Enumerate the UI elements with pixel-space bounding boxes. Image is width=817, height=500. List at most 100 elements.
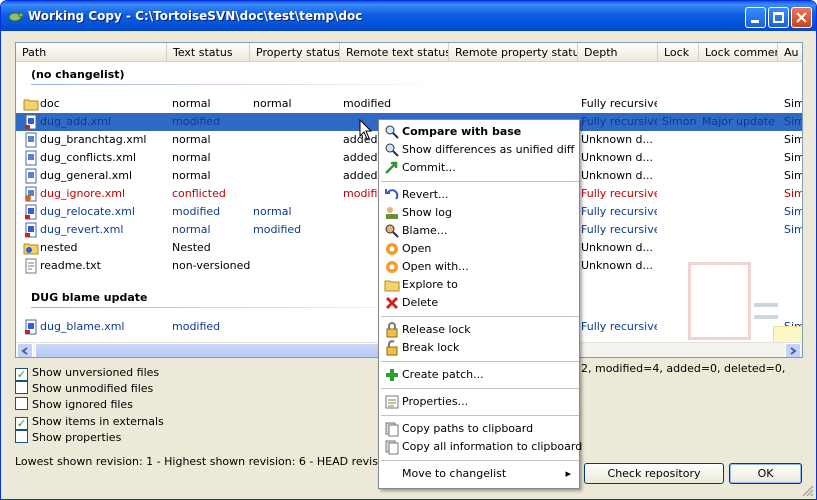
cell-author: Simo (784, 169, 802, 182)
ok-button[interactable]: OK (729, 463, 802, 484)
show-unversioned-checkbox[interactable]: ✓ Show unversioned files (15, 365, 159, 381)
show-ignored-checkbox[interactable]: Show ignored files (15, 397, 133, 413)
menu-open[interactable]: Open (381, 240, 579, 258)
cell-path: doc (40, 97, 60, 110)
cell-text: normal (172, 223, 211, 236)
cell-text: conflicted (172, 187, 226, 200)
menu-blame[interactable]: Blame... (381, 222, 579, 240)
column-path[interactable]: Path (16, 43, 167, 62)
checkbox-box[interactable] (15, 381, 28, 394)
cell-path: nested (40, 241, 78, 254)
cell-text: modified (172, 205, 221, 218)
menu-move-to-changelist[interactable]: Move to changelist ▸ (381, 465, 579, 483)
column-remote-text-status[interactable]: Remote text status (340, 43, 449, 62)
column-text-status[interactable]: Text status (167, 43, 250, 62)
maximize-button[interactable] (768, 7, 789, 28)
context-menu: Compare with base Show differences as un… (378, 119, 583, 489)
cell-text: normal (172, 169, 211, 182)
menu-label: Break lock (402, 341, 460, 354)
scroll-right-arrow-icon[interactable] (785, 343, 801, 357)
magnifier-icon (385, 125, 399, 139)
column-depth[interactable]: Depth (578, 43, 658, 62)
cell-text: non-versioned (172, 259, 251, 272)
lock-icon (386, 322, 398, 338)
menu-release-lock[interactable]: Release lock (381, 321, 579, 339)
cell-depth: Fully recursive (581, 97, 657, 110)
menu-revert[interactable]: Revert... (381, 186, 579, 204)
working-copy-window: Working Copy - C:\TortoiseSVN\doc\test\t… (0, 0, 817, 500)
cell-path: dug_conflicts.xml (40, 151, 137, 164)
cell-text: modified (172, 115, 221, 128)
menu-copy-paths[interactable]: Copy paths to clipboard (381, 420, 579, 438)
menu-separator (381, 388, 579, 389)
menu-copy-all-info[interactable]: Copy all information to clipboard (381, 438, 583, 456)
show-externals-checkbox[interactable]: ✓ Show items in externals (15, 414, 164, 430)
cell-author: Simo (784, 205, 802, 218)
cell-depth: Unknown d... (581, 151, 654, 164)
cell-text: modified (172, 320, 221, 333)
menu-delete[interactable]: Delete (381, 294, 579, 312)
menu-label: Blame... (402, 224, 448, 237)
menu-create-patch[interactable]: Create patch... (381, 366, 579, 384)
file-row[interactable]: doc normal normal modified Fully recursive Si… (16, 95, 802, 113)
show-properties-checkbox[interactable]: Show properties (15, 430, 121, 446)
menu-compare-with-base[interactable]: Compare with base (381, 123, 579, 141)
menu-label: Revert... (402, 188, 449, 201)
close-button[interactable] (791, 7, 812, 28)
minimize-button[interactable] (745, 7, 766, 28)
cell-depth: Fully recursive (581, 187, 657, 200)
checkbox-box[interactable]: ✓ (15, 368, 28, 381)
cell-path: dug_relocate.xml (40, 205, 135, 218)
resize-grip-icon[interactable] (801, 484, 814, 497)
menu-separator (381, 415, 579, 416)
column-author[interactable]: Au (778, 43, 802, 62)
menu-label: Release lock (402, 323, 471, 336)
cell-text: normal (172, 151, 211, 164)
cell-prop: modified (253, 223, 302, 236)
cell-author: Simo (784, 151, 802, 164)
cell-author: Simo (784, 97, 802, 110)
check-repository-button[interactable]: Check repository (584, 463, 724, 484)
checkbox-box[interactable] (15, 397, 28, 410)
submenu-arrow-icon: ▸ (565, 467, 571, 480)
cell-depth: Unknown d... (581, 259, 654, 272)
menu-separator (381, 361, 579, 362)
blame-icon (385, 224, 399, 238)
menu-explore-to[interactable]: Explore to (381, 276, 579, 294)
column-lock[interactable]: Lock (658, 43, 699, 62)
menu-show-unified-diff[interactable]: Show differences as unified diff (381, 141, 579, 159)
minimize-icon (751, 20, 759, 23)
window-title: Working Copy - C:\TortoiseSVN\doc\test\t… (28, 9, 363, 23)
cell-text: Nested (172, 241, 211, 254)
cell-path: dug_general.xml (40, 169, 133, 182)
conflict-file-icon (25, 186, 37, 202)
show-unmodified-checkbox[interactable]: Show unmodified files (15, 381, 153, 397)
menu-label: Copy all information to clipboard (402, 440, 583, 453)
properties-icon (385, 395, 399, 409)
checkbox-box[interactable]: ✓ (15, 417, 28, 430)
cell-depth: Unknown d... (581, 133, 654, 146)
menu-label: Open (402, 242, 432, 255)
scroll-left-arrow-icon[interactable] (17, 343, 33, 357)
menu-show-log[interactable]: Show log (381, 204, 579, 222)
menu-label: Open with... (402, 260, 469, 273)
menu-separator (381, 316, 579, 317)
title-bar[interactable]: Working Copy - C:\TortoiseSVN\doc\test\t… (1, 1, 816, 31)
revert-icon (385, 189, 399, 200)
checkbox-box[interactable] (15, 430, 28, 443)
menu-open-with[interactable]: Open with... (381, 258, 579, 276)
column-property-status[interactable]: Property status (250, 43, 340, 62)
menu-break-lock[interactable]: Break lock (381, 339, 579, 357)
menu-commit[interactable]: Commit... (381, 159, 579, 177)
cell-depth: Unknown d... (581, 169, 654, 182)
column-header: Path Text status Property status Remote … (16, 43, 802, 62)
menu-label: Delete (402, 296, 439, 309)
column-remote-property-status[interactable]: Remote property status (449, 43, 578, 62)
cell-text: normal (172, 97, 211, 110)
cell-depth: Fully recursive (581, 115, 657, 128)
menu-properties[interactable]: Properties... (381, 393, 579, 411)
menu-label: Copy paths to clipboard (402, 422, 534, 435)
column-lock-comment[interactable]: Lock comment (699, 43, 778, 62)
menu-label: Properties... (402, 395, 469, 408)
clipboard-icon (385, 440, 399, 455)
